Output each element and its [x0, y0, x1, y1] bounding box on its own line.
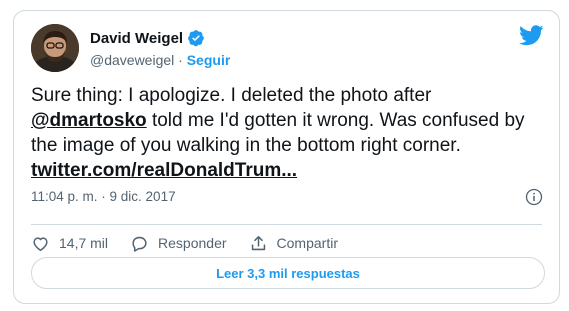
mention-link[interactable]: @dmartosko [31, 110, 147, 131]
verified-badge-icon [188, 30, 204, 47]
avatar-portrait [31, 24, 79, 72]
avatar[interactable] [31, 24, 79, 72]
reply-button[interactable]: Responder [130, 234, 227, 253]
reply-label: Responder [158, 235, 227, 251]
separator-dot: · [178, 52, 183, 68]
twitter-bird-icon[interactable] [519, 25, 544, 46]
author-handle-row: @daveweigel · Seguir [90, 52, 230, 68]
tweet-url-link[interactable]: twitter.com/realDonaldTrum... [31, 160, 297, 181]
author-handle[interactable]: @daveweigel [90, 52, 174, 68]
actions-bar: 14,7 mil Responder Compartir [31, 228, 360, 258]
tweet-text: Sure thing: I apologize. I deleted the p… [31, 83, 546, 183]
share-button[interactable]: Compartir [249, 234, 338, 253]
likes-count: 14,7 mil [59, 235, 109, 251]
follow-button[interactable]: Seguir [187, 52, 231, 68]
share-icon [251, 235, 265, 250]
divider [31, 224, 542, 225]
like-button[interactable]: 14,7 mil [31, 234, 108, 253]
tweet-text-part1: Sure thing: I apologize. I deleted the p… [31, 85, 432, 106]
read-replies-button[interactable]: Leer 3,3 mil respuestas [31, 257, 545, 289]
share-label: Compartir [276, 235, 338, 251]
heart-icon [33, 236, 48, 251]
reply-bubble-icon [132, 236, 147, 252]
info-icon[interactable] [525, 188, 543, 206]
tweet-timestamp[interactable]: 11:04 p. m. · 9 dic. 2017 [31, 189, 176, 204]
author-name[interactable]: David Weigel [90, 30, 183, 47]
author-name-row: David Weigel [90, 29, 205, 47]
tweet-card: David Weigel @daveweigel · Seguir Sure t… [13, 10, 560, 304]
